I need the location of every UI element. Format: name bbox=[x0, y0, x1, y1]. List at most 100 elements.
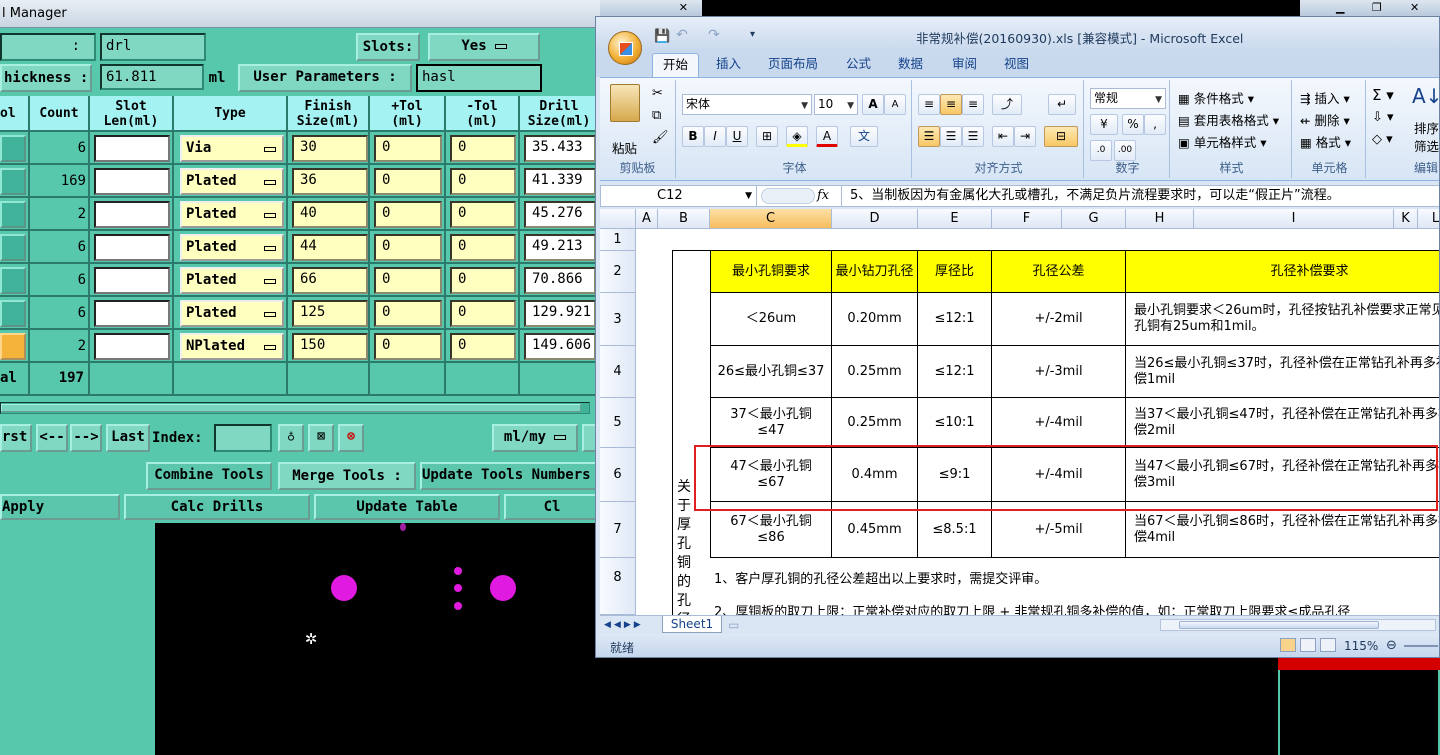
percent-icon[interactable]: % bbox=[1122, 114, 1144, 135]
close-icon[interactable]: ✕ bbox=[1410, 0, 1419, 16]
drill-size-input[interactable]: 70.866 bbox=[524, 267, 596, 294]
plus-tol-input[interactable]: 0 bbox=[374, 168, 442, 195]
tool-row-select-button[interactable] bbox=[0, 234, 26, 261]
column-header[interactable]: H bbox=[1126, 209, 1194, 229]
decrease-indent-icon[interactable]: ⇤ bbox=[992, 126, 1014, 147]
row-header[interactable] bbox=[600, 595, 636, 615]
tool-row-select-button[interactable] bbox=[0, 267, 26, 294]
table-cell[interactable]: 当26≤最小孔铜≤37时，孔径补偿在正常钻孔补再多补偿1mil bbox=[1126, 346, 1439, 398]
comma-icon[interactable]: , bbox=[1144, 114, 1166, 135]
prev-button[interactable]: <-- bbox=[36, 424, 68, 452]
units-dropdown[interactable]: ml/my bbox=[492, 424, 578, 452]
insert-cells-button[interactable]: ⇶ 插入 ▾ bbox=[1300, 88, 1350, 107]
table-cell[interactable]: ≤12:1 bbox=[918, 293, 992, 346]
column-header[interactable]: K bbox=[1394, 209, 1418, 229]
drill-size-input[interactable]: 35.433 bbox=[524, 135, 596, 162]
drill-size-input[interactable]: 149.606 bbox=[524, 333, 596, 360]
redo-icon[interactable]: ↷ bbox=[708, 27, 720, 43]
plus-tol-input[interactable]: 0 bbox=[374, 234, 442, 261]
copy-icon[interactable]: ⧉ bbox=[652, 108, 661, 123]
minimize-icon[interactable]: ▁ bbox=[1336, 0, 1344, 16]
font-color-icon[interactable]: A bbox=[816, 126, 838, 147]
slot-length-input[interactable] bbox=[94, 168, 170, 195]
table-cell[interactable]: 0.25mm bbox=[832, 346, 918, 398]
conditional-format-button[interactable]: ▦ 条件格式 ▾ bbox=[1178, 88, 1254, 107]
align-top-icon[interactable]: ≡ bbox=[918, 94, 940, 115]
worksheet[interactable]: ABCDEFGHIKL 12345678 最小孔铜要求 最小钻刀孔径 厚径比 孔径公差… bbox=[600, 209, 1439, 615]
drill-size-input[interactable]: 41.339 bbox=[524, 168, 596, 195]
slot-length-input[interactable] bbox=[94, 201, 170, 228]
cut-icon[interactable]: ✂ bbox=[652, 86, 663, 101]
scrollbar-thumb[interactable] bbox=[1179, 621, 1379, 629]
align-left-icon[interactable]: ☰ bbox=[918, 126, 940, 147]
calc-drills-button[interactable]: Calc Drills bbox=[124, 494, 310, 520]
table-cell[interactable]: 37＜最小孔铜≤47 bbox=[710, 398, 832, 448]
table-cell[interactable]: ≤12:1 bbox=[918, 346, 992, 398]
row-header[interactable]: 2 bbox=[600, 251, 636, 293]
normal-view-icon[interactable] bbox=[1280, 638, 1296, 652]
wrap-text-icon[interactable]: ↵ bbox=[1048, 94, 1076, 115]
tool-row-select-button[interactable] bbox=[0, 201, 26, 228]
finish-size-input[interactable]: 36 bbox=[292, 168, 368, 195]
delete-icon[interactable]: ⊗ bbox=[338, 424, 364, 452]
column-header[interactable]: D bbox=[832, 209, 918, 229]
maximize-icon[interactable]: ❐ bbox=[1372, 0, 1382, 16]
row-header[interactable]: 6 bbox=[600, 448, 636, 502]
type-dropdown[interactable]: Plated bbox=[180, 300, 284, 327]
zoom-level[interactable]: 115% bbox=[1344, 639, 1378, 653]
page-break-icon[interactable] bbox=[1320, 638, 1336, 652]
pcb-canvas[interactable]: ✲ bbox=[155, 523, 600, 755]
filter-icon[interactable]: ⊠ bbox=[308, 424, 334, 452]
increase-indent-icon[interactable]: ⇥ bbox=[1014, 126, 1036, 147]
page-layout-icon[interactable] bbox=[1300, 638, 1316, 652]
finish-size-input[interactable]: 30 bbox=[292, 135, 368, 162]
paste-button[interactable]: 粘贴 bbox=[612, 138, 637, 157]
tool-table-scrollbar[interactable] bbox=[0, 402, 590, 414]
autosum-icon[interactable]: Σ ▾ bbox=[1372, 86, 1394, 104]
table-cell[interactable]: 0.25mm bbox=[832, 398, 918, 448]
tool-row-select-button[interactable] bbox=[0, 168, 26, 195]
user-parameters-field[interactable]: hasl bbox=[416, 64, 542, 92]
column-header[interactable]: G bbox=[1062, 209, 1126, 229]
tab-view[interactable]: 视图 bbox=[994, 53, 1039, 77]
table-header-cell[interactable]: 厚径比 bbox=[918, 251, 992, 293]
user-parameters-button[interactable]: User Parameters : bbox=[238, 64, 412, 92]
type-dropdown[interactable]: Via bbox=[180, 135, 284, 162]
finish-size-input[interactable]: 44 bbox=[292, 234, 368, 261]
table-cell[interactable]: ＜26um bbox=[710, 293, 832, 346]
zoom-slider[interactable] bbox=[1404, 645, 1438, 647]
close-button[interactable]: Cl bbox=[504, 494, 600, 520]
tool-row-select-button[interactable] bbox=[0, 333, 26, 360]
column-header[interactable]: C bbox=[710, 209, 832, 229]
update-table-button[interactable]: Update Table bbox=[314, 494, 500, 520]
finish-size-input[interactable]: 150 bbox=[292, 333, 368, 360]
drill-size-input[interactable]: 49.213 bbox=[524, 234, 596, 261]
row-header[interactable]: 1 bbox=[600, 229, 636, 251]
slot-length-input[interactable] bbox=[94, 267, 170, 294]
save-icon[interactable]: 💾 bbox=[654, 29, 670, 44]
minus-tol-input[interactable]: 0 bbox=[450, 168, 516, 195]
bulb-icon[interactable]: ♁ bbox=[278, 424, 304, 452]
slot-length-input[interactable] bbox=[94, 234, 170, 261]
decrease-decimal-icon[interactable]: .00 bbox=[1114, 140, 1136, 161]
minus-tol-input[interactable]: 0 bbox=[450, 234, 516, 261]
cell-styles-button[interactable]: ▣ 单元格样式 ▾ bbox=[1178, 132, 1267, 151]
drill-size-input[interactable]: 45.276 bbox=[524, 201, 596, 228]
next-button[interactable]: --> bbox=[70, 424, 102, 452]
table-cell[interactable]: +/-4mil bbox=[992, 398, 1126, 448]
close-icon[interactable]: ✕ bbox=[679, 1, 688, 14]
slot-length-input[interactable] bbox=[94, 135, 170, 162]
delete-cells-button[interactable]: ⇷ 删除 ▾ bbox=[1300, 110, 1350, 129]
horizontal-scrollbar[interactable] bbox=[1160, 619, 1436, 631]
tool-row-select-button[interactable] bbox=[0, 300, 26, 327]
minus-tol-input[interactable]: 0 bbox=[450, 300, 516, 327]
quick-access-dropdown-icon[interactable]: ▾ bbox=[750, 29, 755, 40]
column-header[interactable]: B bbox=[658, 209, 710, 229]
scrollbar-thumb[interactable] bbox=[1, 404, 581, 412]
type-dropdown[interactable]: Plated bbox=[180, 168, 284, 195]
plus-tol-input[interactable]: 0 bbox=[374, 201, 442, 228]
tool-row-select-button[interactable] bbox=[0, 135, 26, 162]
apply-button[interactable]: Apply bbox=[0, 494, 120, 520]
name-field[interactable]: drl bbox=[100, 33, 206, 61]
fill-icon[interactable]: ⇩ ▾ bbox=[1372, 110, 1394, 125]
